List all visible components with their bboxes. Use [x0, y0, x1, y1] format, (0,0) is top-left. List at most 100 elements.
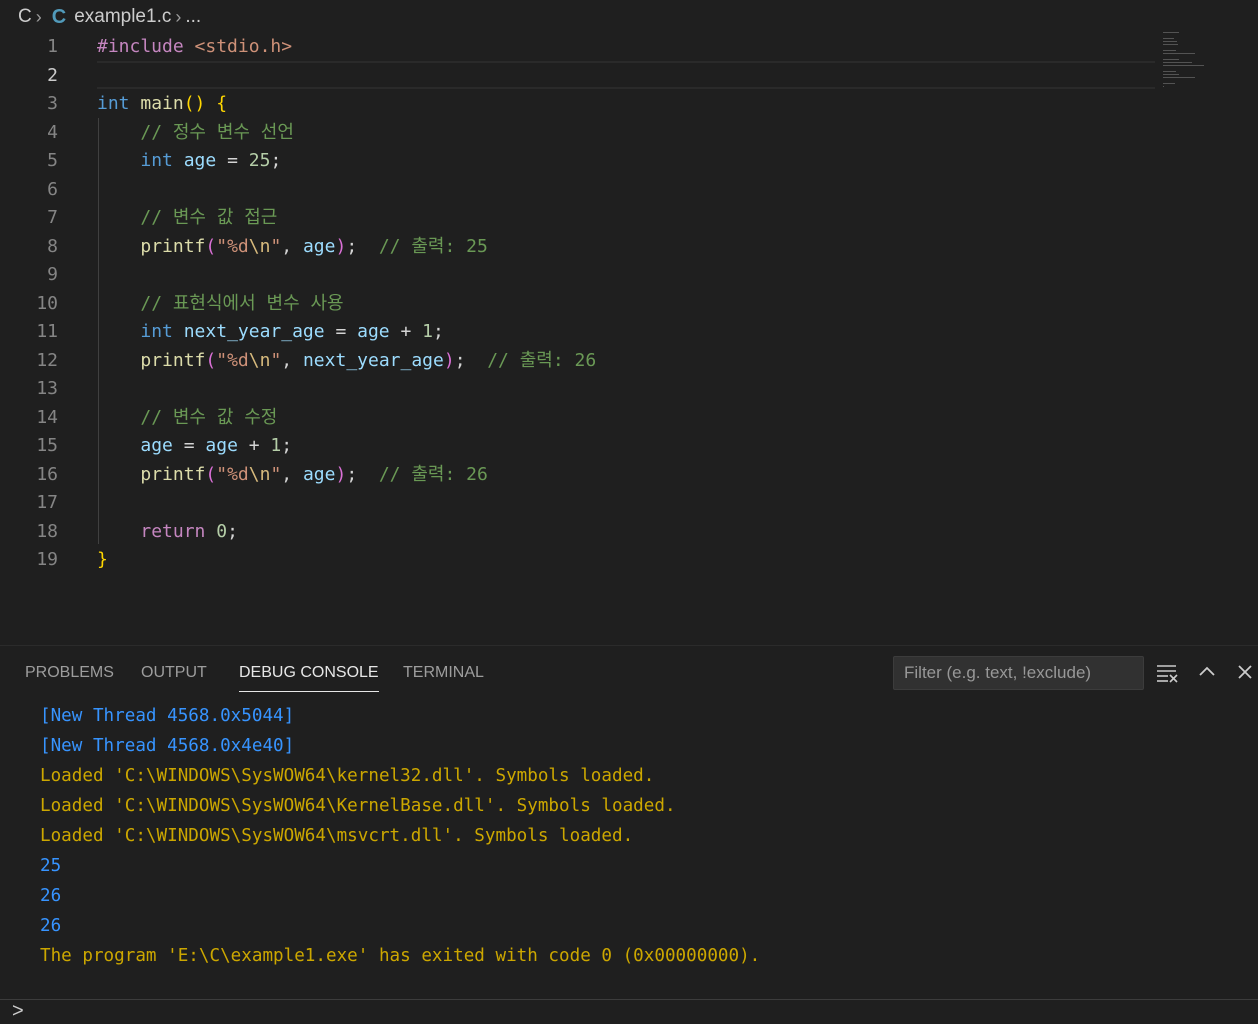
code-token: // 출력: 26: [378, 463, 488, 485]
code-token: #include: [97, 36, 195, 57]
line-number: 1: [47, 36, 58, 57]
code-text: age = age + 1;: [97, 432, 292, 460]
tab-output[interactable]: OUTPUT: [141, 664, 207, 682]
line-number: 16: [36, 463, 58, 485]
breadcrumb-symbols[interactable]: ...: [185, 6, 201, 28]
code-line[interactable]: 1 #include <stdio.h>: [0, 33, 1160, 61]
code-token: ;: [281, 435, 293, 456]
code-token: "%d: [216, 349, 249, 371]
filter-input[interactable]: Filter (e.g. text, !exclude): [893, 656, 1144, 690]
code-line[interactable]: 12 printf("%d\n", next_year_age); // 출력:…: [0, 347, 1160, 375]
code-line[interactable]: 7 // 변수 값 접근: [0, 204, 1160, 232]
minimap-line: [1163, 74, 1180, 75]
debug-console-output[interactable]: [New Thread 4568.0x5044] [New Thread 4568…: [40, 701, 760, 971]
prompt-chevron-icon: >: [12, 1000, 24, 1022]
code-token: ): [335, 463, 347, 485]
code-text: #include <stdio.h>: [97, 33, 292, 61]
code-text: }: [97, 546, 108, 574]
code-token: age: [302, 235, 336, 257]
code-line[interactable]: 8 printf("%d\n", age); // 출력: 25: [0, 233, 1160, 261]
code-token: () {: [183, 93, 228, 114]
code-line[interactable]: 18 return 0;: [0, 518, 1160, 546]
code-line[interactable]: 17: [0, 489, 1160, 517]
code-line[interactable]: 13: [0, 375, 1160, 403]
code-token: age: [140, 435, 173, 456]
code-line[interactable]: 4 // 정수 변수 선언: [0, 119, 1160, 147]
minimap-line: [1163, 32, 1180, 33]
line-number: 10: [36, 292, 58, 314]
minimap[interactable]: [1163, 32, 1223, 112]
code-text: // 변수 값 접근: [97, 204, 277, 232]
code-token: (: [205, 235, 217, 257]
code-token: // 표현식에서 변수 사용: [140, 292, 344, 314]
code-token: }: [97, 549, 108, 570]
line-number: 17: [36, 492, 58, 513]
code-line[interactable]: 19}: [0, 546, 1160, 574]
code-token: "%d: [216, 235, 249, 257]
line-number: 4: [47, 121, 58, 143]
debug-console-input[interactable]: >: [0, 999, 1258, 1024]
close-icon[interactable]: [1232, 658, 1258, 686]
code-line[interactable]: 3 int main() {: [0, 90, 1160, 118]
code-token: return: [140, 520, 217, 542]
breadcrumb-file[interactable]: C example1.c: [46, 6, 172, 29]
tab-problems[interactable]: PROBLEMS: [25, 664, 114, 682]
code-token: +: [237, 435, 271, 456]
code-line[interactable]: 10 // 표현식에서 변수 사용: [0, 290, 1160, 318]
code-line[interactable]: 14 // 변수 값 수정: [0, 404, 1160, 432]
code-token: main: [140, 93, 184, 114]
code-line[interactable]: 2: [0, 62, 1160, 90]
code-line[interactable]: 9: [0, 261, 1160, 289]
line-number: 19: [36, 549, 58, 570]
code-line[interactable]: 11 int next_year_age = age + 1;: [0, 318, 1160, 346]
code-token: age: [205, 435, 238, 456]
minimap-line: [1163, 86, 1164, 87]
tab-terminal[interactable]: TERMINAL: [403, 664, 484, 682]
code-line[interactable]: 16 printf("%d\n", age); // 출력: 26: [0, 461, 1160, 489]
code-token: ": [270, 463, 282, 485]
code-token: \n: [248, 463, 271, 485]
code-token: printf: [140, 463, 206, 485]
code-token: ;: [346, 235, 379, 257]
code-line[interactable]: 15 age = age + 1;: [0, 432, 1160, 460]
code-token: <stdio.h>: [194, 36, 293, 57]
code-token: 1: [422, 321, 433, 342]
minimap-line: [1163, 71, 1176, 72]
tab-debug-console[interactable]: DEBUG CONSOLE: [239, 664, 379, 692]
breadcrumb-folder[interactable]: C: [18, 6, 32, 28]
line-number: 8: [47, 235, 58, 257]
code-editor[interactable]: 1 #include <stdio.h> 2 3 int main() {4 // 정수…: [0, 32, 1258, 644]
code-token: ): [443, 349, 455, 371]
panel-tabs: PROBLEMS OUTPUT DEBUG CONSOLE TERMINAL: [0, 646, 880, 700]
minimap-line: [1163, 50, 1176, 51]
collapse-all-icon[interactable]: [1154, 658, 1180, 686]
console-line: Loaded 'C:\WINDOWS\SysWOW64\KernelBase.d…: [40, 796, 676, 816]
code-token: age: [357, 321, 390, 342]
minimap-line: [1163, 59, 1180, 60]
line-number: 18: [36, 520, 58, 542]
code-line[interactable]: 6: [0, 176, 1160, 204]
minimap-line: [1163, 83, 1175, 84]
code-token: \n: [248, 235, 271, 257]
code-line[interactable]: 5 int age = 25;: [0, 147, 1160, 175]
minimap-line: [1163, 44, 1179, 45]
code-token: +: [389, 321, 423, 342]
breadcrumb-file-label: example1.c: [74, 6, 172, 27]
line-number: 6: [47, 178, 58, 200]
chevron-right-icon: ›: [35, 6, 42, 27]
code-token: ;: [227, 520, 238, 542]
chevron-up-icon[interactable]: [1194, 658, 1220, 686]
line-number: 5: [47, 150, 58, 171]
code-text: // 표현식에서 변수 사용: [97, 290, 344, 318]
line-number: 12: [36, 349, 58, 371]
code-token: ,: [281, 349, 303, 371]
line-number: 7: [47, 207, 58, 228]
code-token: =: [324, 321, 358, 342]
console-line: The program 'E:\C\example1.exe' has exit…: [40, 946, 761, 966]
